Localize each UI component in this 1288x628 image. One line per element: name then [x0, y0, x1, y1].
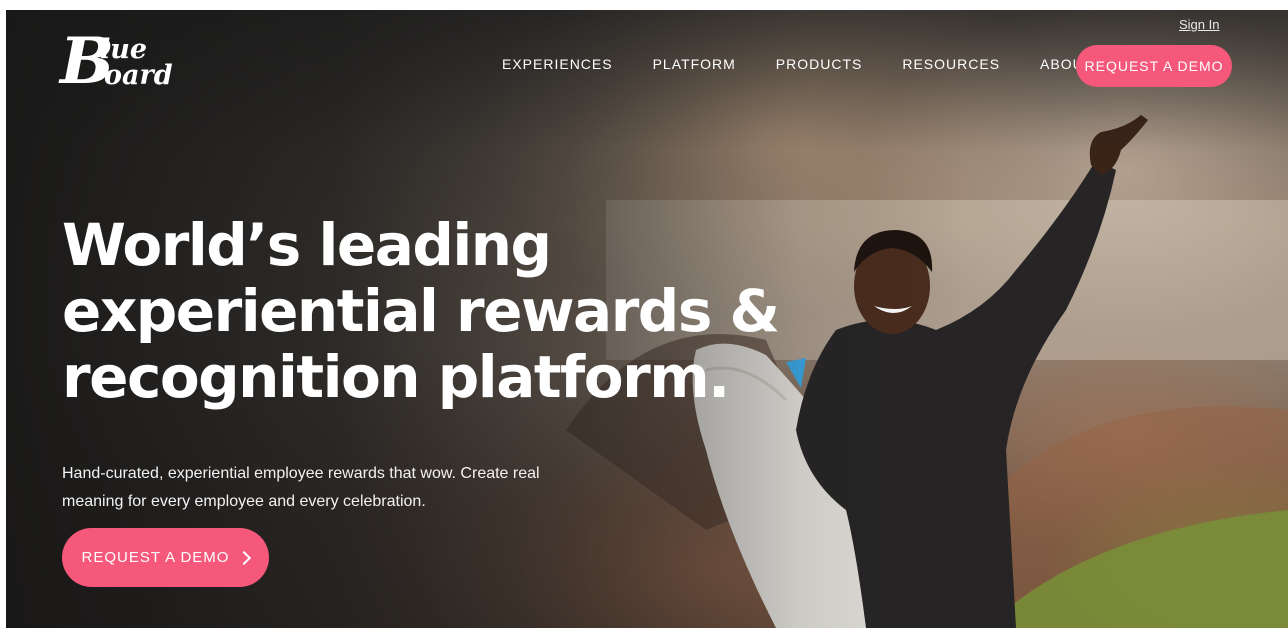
- headline-line: experiential rewards &: [62, 277, 780, 345]
- nav-platform[interactable]: PLATFORM: [653, 56, 736, 72]
- hero-cta-label: REQUEST A DEMO: [81, 549, 230, 566]
- sign-in-link[interactable]: Sign In: [1179, 17, 1219, 32]
- logo-text-oard: oard: [104, 60, 173, 91]
- nav-experiences[interactable]: EXPERIENCES: [502, 56, 613, 72]
- nav-resources[interactable]: RESOURCES: [902, 56, 1000, 72]
- hero-subtext: Hand-curated, experiential employee rewa…: [62, 465, 540, 510]
- header-request-demo-button[interactable]: REQUEST A DEMO: [1076, 45, 1232, 87]
- headline-line: recognition platform.: [62, 343, 730, 411]
- blueboard-logo[interactable]: B lue oard: [60, 28, 190, 100]
- headline-line: World’s leading: [62, 211, 552, 279]
- logo-text-lue: lue: [100, 34, 148, 65]
- hero-request-demo-button[interactable]: REQUEST A DEMO: [62, 528, 269, 587]
- chevron-right-icon: [237, 550, 252, 566]
- main-nav: EXPERIENCES PLATFORM PRODUCTS RESOURCES …: [502, 56, 1093, 72]
- nav-products[interactable]: PRODUCTS: [776, 56, 863, 72]
- hero-headline: World’s leading experiential rewards & r…: [62, 212, 822, 410]
